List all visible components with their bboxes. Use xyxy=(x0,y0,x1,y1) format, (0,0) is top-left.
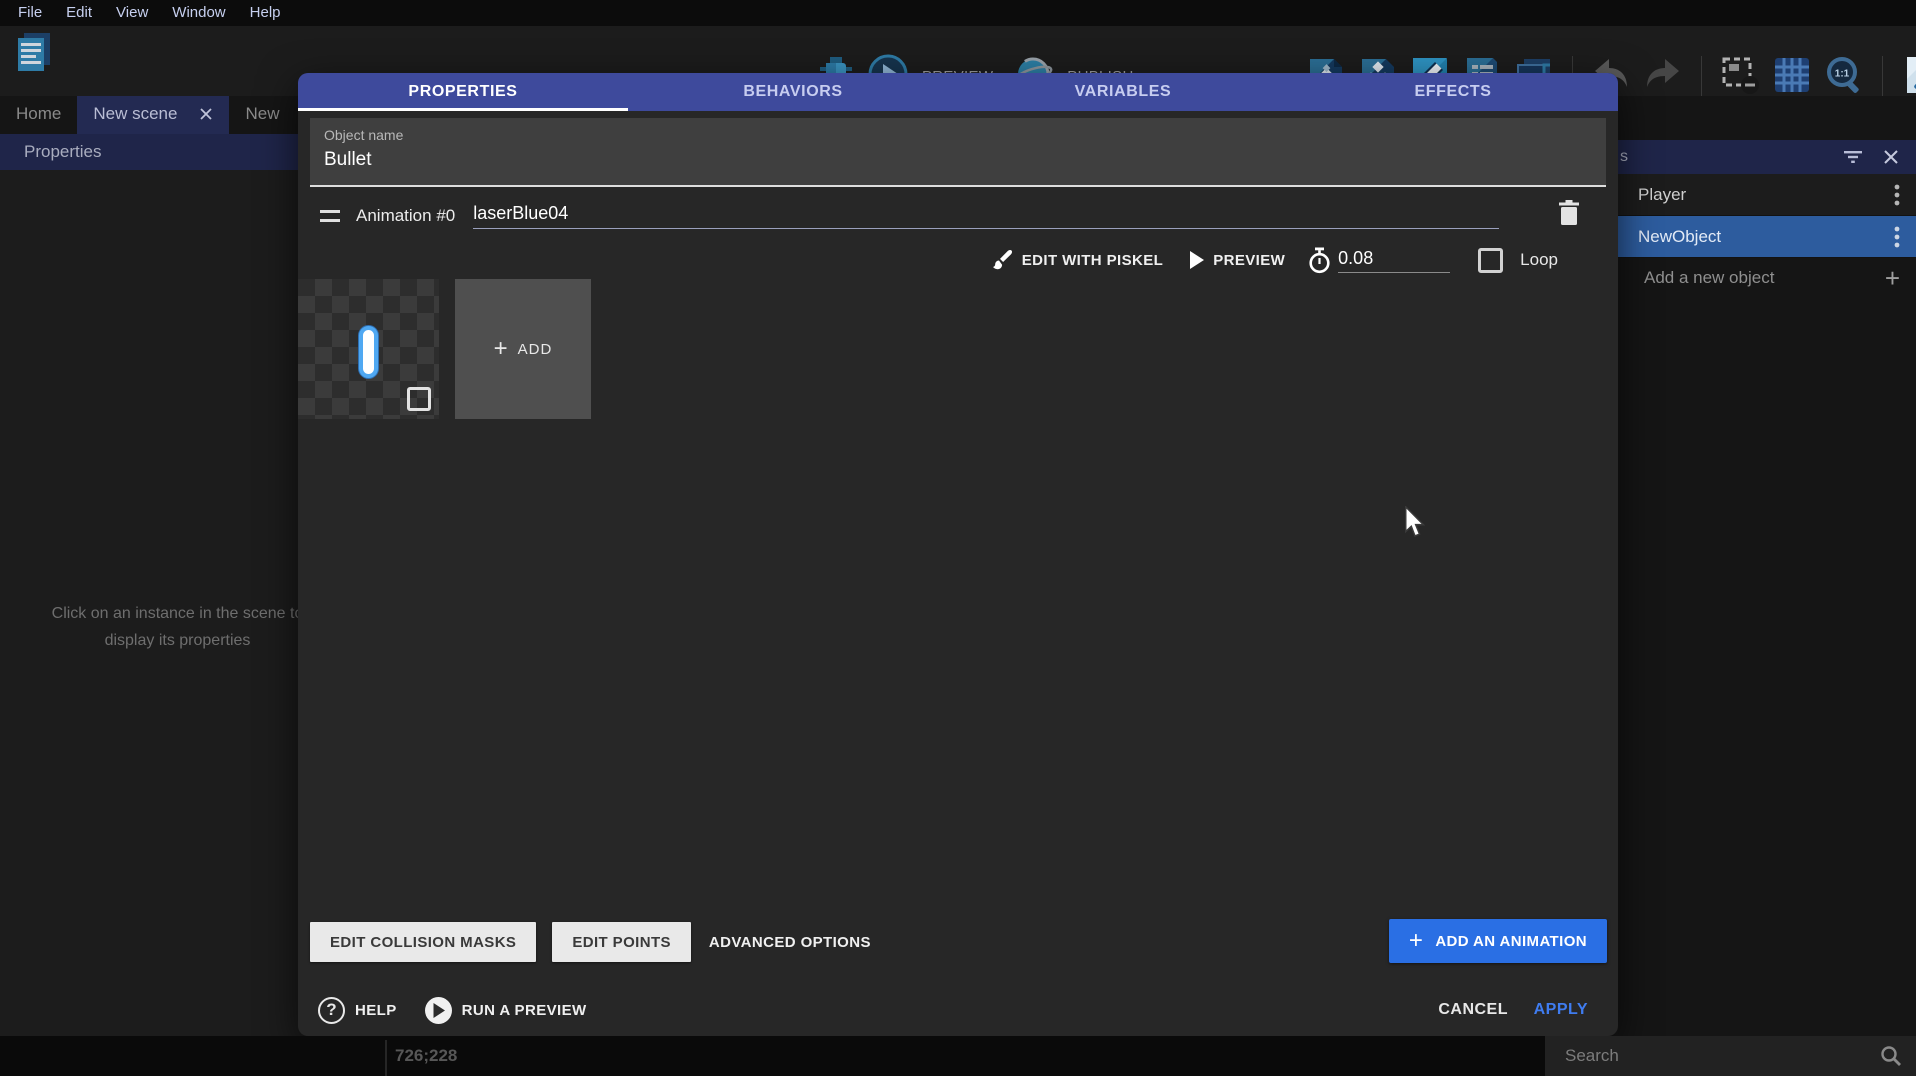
run-preview-icon[interactable] xyxy=(425,997,452,1024)
dialog-footer: ? HELP RUN A PREVIEW CANCEL APPLY xyxy=(298,989,1618,1031)
properties-panel-title: Properties xyxy=(24,142,101,162)
object-name-label: Object name xyxy=(324,127,1592,143)
svg-text:1:1: 1:1 xyxy=(1835,68,1850,79)
dialog-tab-effects[interactable]: EFFECTS xyxy=(1288,73,1618,111)
menu-file[interactable]: File xyxy=(6,0,54,26)
bullet-sprite-image xyxy=(359,326,378,378)
objects-panel-title-partial: s xyxy=(1620,148,1628,166)
object-editor-dialog: PROPERTIES BEHAVIORS VARIABLES EFFECTS O… xyxy=(298,73,1618,1036)
tab-new-scene[interactable]: New scene xyxy=(77,94,229,134)
objects-panel: s Player NewObject xyxy=(1618,96,1916,1036)
edit-collision-masks-button[interactable]: EDIT COLLISION MASKS xyxy=(310,922,536,962)
object-menu-dots-icon[interactable] xyxy=(1894,225,1900,249)
object-name-field-container: Object name xyxy=(310,118,1606,187)
wrench-document-icon xyxy=(1901,55,1916,100)
loop-label: Loop xyxy=(1520,250,1558,270)
dialog-tab-behaviors[interactable]: BEHAVIORS xyxy=(628,73,958,111)
cancel-button[interactable]: CANCEL xyxy=(1438,1001,1508,1019)
toggle-grid-button[interactable] xyxy=(1772,57,1812,97)
preview-animation-button[interactable]: PREVIEW xyxy=(1189,251,1285,269)
advanced-options-button[interactable]: ADVANCED OPTIONS xyxy=(709,934,871,951)
play-icon xyxy=(1189,251,1204,269)
status-divider xyxy=(385,1040,387,1076)
add-new-object-row[interactable]: Add a new object + xyxy=(1618,258,1916,298)
object-search-box[interactable] xyxy=(1545,1036,1916,1076)
dialog-tab-bar: PROPERTIES BEHAVIORS VARIABLES EFFECTS xyxy=(298,73,1618,111)
project-manager-icon xyxy=(12,29,56,80)
plus-icon: + xyxy=(494,335,508,363)
redo-icon xyxy=(1643,57,1683,98)
menu-edit[interactable]: Edit xyxy=(54,0,104,26)
close-panel-icon[interactable] xyxy=(1876,142,1906,172)
redo-button[interactable] xyxy=(1643,57,1683,97)
status-bar: 726;228 xyxy=(0,1036,1916,1076)
dialog-tab-properties[interactable]: PROPERTIES xyxy=(298,73,628,111)
toolbar-divider xyxy=(1882,56,1883,98)
delete-animation-button[interactable] xyxy=(1556,198,1582,228)
plus-icon: + xyxy=(1409,927,1423,955)
time-between-frames-input[interactable] xyxy=(1338,248,1450,273)
search-input[interactable] xyxy=(1545,1046,1880,1066)
objects-panel-header: s xyxy=(1618,140,1916,174)
close-tab-icon[interactable] xyxy=(199,107,213,121)
frame-select-checkbox[interactable] xyxy=(407,387,431,411)
edit-points-button[interactable]: EDIT POINTS xyxy=(552,922,691,962)
drag-handle-icon[interactable] xyxy=(320,210,340,222)
grid-icon xyxy=(1772,55,1812,100)
animation-header-row: Animation #0 xyxy=(298,196,1618,236)
filter-icon[interactable] xyxy=(1838,142,1868,172)
apply-button[interactable]: APPLY xyxy=(1534,1001,1588,1019)
dialog-secondary-actions: EDIT COLLISION MASKS EDIT POINTS ADVANCE… xyxy=(298,922,1618,962)
zoom-1-1-icon: 1:1 xyxy=(1824,55,1864,100)
project-manager-button[interactable] xyxy=(14,34,54,74)
menu-window[interactable]: Window xyxy=(160,0,237,26)
menu-view[interactable]: View xyxy=(104,0,160,26)
animation-name-input[interactable] xyxy=(473,203,1499,229)
help-icon[interactable]: ? xyxy=(318,997,345,1024)
object-row-newobject[interactable]: NewObject xyxy=(1618,216,1916,258)
zoom-original-button[interactable]: 1:1 xyxy=(1824,57,1864,97)
menu-help[interactable]: Help xyxy=(238,0,293,26)
tab-next-partial[interactable]: New xyxy=(229,94,295,134)
object-row-player[interactable]: Player xyxy=(1618,174,1916,216)
search-icon xyxy=(1880,1045,1902,1067)
gdevelop-window: File Edit View Window Help xyxy=(0,0,1916,1076)
object-name-input[interactable] xyxy=(324,149,1584,171)
project-properties-button[interactable] xyxy=(1901,57,1916,97)
selection-mask-icon xyxy=(1720,55,1760,100)
frame-thumbnail[interactable] xyxy=(298,279,439,419)
mouse-cursor xyxy=(1402,506,1428,543)
dialog-tab-variables[interactable]: VARIABLES xyxy=(958,73,1288,111)
run-a-preview-button[interactable]: RUN A PREVIEW xyxy=(462,1002,587,1019)
animation-tools-row: EDIT WITH PISKEL PREVIEW xyxy=(298,241,1618,279)
edit-with-piskel-button[interactable]: EDIT WITH PISKEL xyxy=(991,249,1163,271)
add-an-animation-button[interactable]: + ADD AN ANIMATION xyxy=(1389,919,1607,963)
trash-icon xyxy=(1557,199,1581,227)
animation-title: Animation #0 xyxy=(356,206,455,226)
add-frame-button[interactable]: + ADD xyxy=(455,279,591,419)
frames-strip: + ADD xyxy=(298,279,591,419)
help-button[interactable]: HELP xyxy=(355,1002,397,1019)
menu-bar: File Edit View Window Help xyxy=(0,0,1916,26)
object-menu-dots-icon[interactable] xyxy=(1894,183,1900,207)
cursor-coordinates: 726;228 xyxy=(395,1036,457,1076)
tab-home[interactable]: Home xyxy=(0,94,77,134)
timer-icon xyxy=(1307,247,1332,274)
toggle-mask-button[interactable] xyxy=(1720,57,1760,97)
loop-checkbox[interactable] xyxy=(1478,248,1503,273)
brush-icon xyxy=(991,249,1013,271)
add-object-plus-icon[interactable]: + xyxy=(1885,263,1900,294)
toolbar-divider xyxy=(1701,56,1702,98)
